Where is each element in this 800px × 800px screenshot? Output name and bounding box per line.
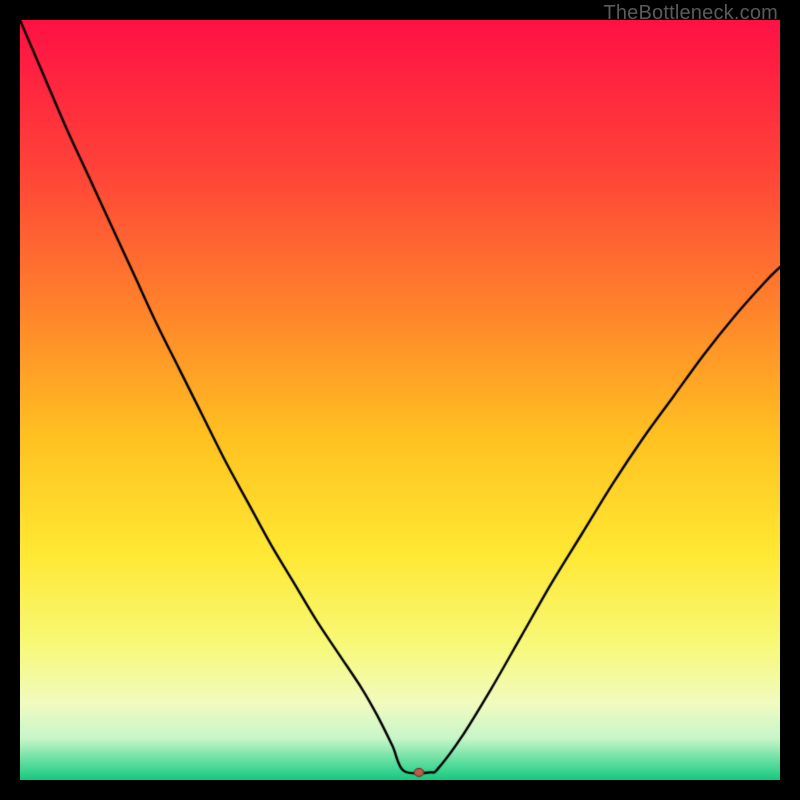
chart-frame: TheBottleneck.com	[0, 0, 800, 800]
bottleneck-chart-canvas	[20, 20, 780, 780]
plot-area	[20, 20, 780, 780]
